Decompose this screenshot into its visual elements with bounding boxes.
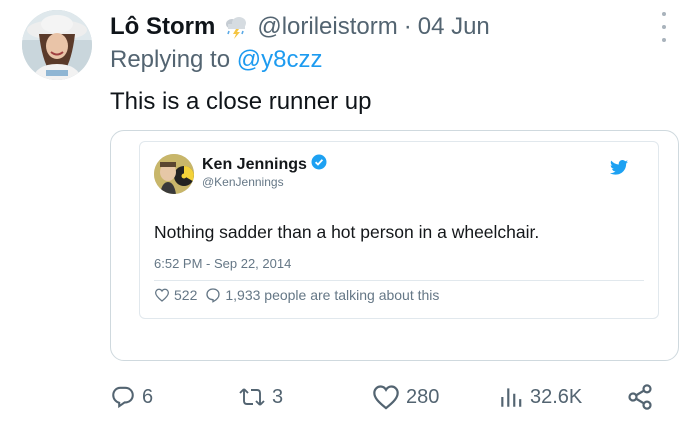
- author-avatar[interactable]: [22, 10, 92, 80]
- author-handle[interactable]: @lorileistorm: [257, 13, 397, 41]
- tweet-text: This is a close runner up: [110, 88, 372, 115]
- views-count: 32.6K: [530, 385, 583, 408]
- replying-to-line: Replying to @y8czz: [110, 46, 322, 74]
- retweet-count: 3: [272, 385, 284, 408]
- replying-to-mention[interactable]: @y8czz: [237, 46, 323, 73]
- more-options-icon[interactable]: [656, 12, 672, 42]
- embedded-author-name-row: Ken Jennings: [202, 154, 327, 175]
- speech-bubble-icon: [206, 288, 221, 303]
- replying-to-label: Replying to: [110, 46, 231, 73]
- embedded-tweet: Ken Jennings @KenJennings Nothing sadder…: [139, 141, 659, 319]
- share-icon: [628, 384, 652, 410]
- twitter-bird-icon: [610, 160, 628, 180]
- reply-icon: [112, 386, 134, 409]
- verified-badge-icon: [311, 154, 327, 175]
- tweet-date[interactable]: 04 Jun: [418, 13, 490, 41]
- like-button[interactable]: 280: [372, 380, 439, 414]
- heart-outline-icon: [154, 288, 170, 302]
- tweet-header: Lô Storm @lorileistorm · 04 Jun: [110, 10, 640, 44]
- attached-image-card[interactable]: Ken Jennings @KenJennings Nothing sadder…: [110, 130, 679, 361]
- tweet-action-bar: 6 3 280 32.6K: [110, 380, 660, 414]
- embedded-divider: [154, 280, 644, 281]
- embedded-author-name: Ken Jennings: [202, 155, 307, 173]
- retweet-icon: [239, 388, 265, 406]
- separator-dot: ·: [403, 13, 412, 40]
- retweet-button[interactable]: 3: [238, 380, 283, 414]
- heart-icon: [373, 385, 399, 410]
- reply-button[interactable]: 6: [110, 380, 153, 414]
- like-count: 280: [406, 385, 440, 408]
- reply-count: 6: [142, 385, 154, 408]
- avatar-photo: [22, 10, 92, 80]
- cropped-text-fragment: ▪▪▪ ▪▪▪▪▪▪ ▪▪▪▪▪▪ ▪▪▪▪▪: [127, 350, 317, 360]
- share-button[interactable]: [626, 380, 654, 414]
- embedded-tweet-text: Nothing sadder than a hot person in a wh…: [154, 222, 540, 242]
- embedded-author-avatar: [154, 154, 194, 194]
- embedded-tweet-timestamp: 6:52 PM - Sep 22, 2014: [154, 256, 292, 271]
- embedded-stats: 522 1,933 people are talking about this: [154, 287, 447, 303]
- bar-chart-icon: [501, 388, 522, 407]
- embedded-likes: 522: [154, 287, 197, 303]
- cloud-lightning-rain-icon: [223, 14, 249, 40]
- views-button[interactable]: 32.6K: [498, 380, 582, 414]
- author-display-name[interactable]: Lô Storm: [110, 13, 215, 41]
- embedded-talking: 1,933 people are talking about this: [205, 287, 439, 303]
- embedded-author-handle: @KenJennings: [202, 175, 284, 189]
- embedded-talking-text: 1,933 people are talking about this: [225, 287, 440, 303]
- embedded-likes-count: 522: [174, 287, 198, 303]
